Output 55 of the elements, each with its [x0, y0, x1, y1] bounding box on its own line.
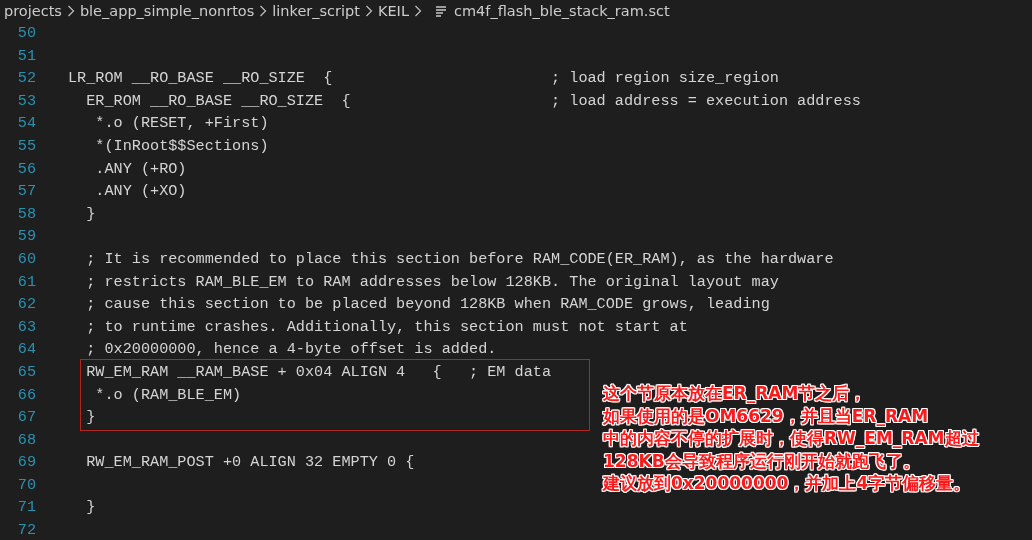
annotation-text: 如果使用的是OM6629，并且当ER_RAM	[603, 404, 930, 427]
line-number: 60	[16, 248, 36, 270]
code-line: }	[85, 203, 96, 225]
line-number: 51	[16, 45, 36, 67]
code-line: }	[85, 497, 96, 519]
code-line: }	[85, 407, 96, 429]
line-number: 70	[16, 474, 36, 496]
code-line: *.o (RESET, +First)	[94, 113, 269, 135]
code-line: RW_EM_RAM __RAM_BASE + 0x04 ALIGN 4 { ; EM data	[85, 361, 552, 383]
annotation-text: 这个节原本放在ER_RAM节之后，	[603, 382, 868, 405]
breadcrumb-item[interactable]: KEIL	[377, 3, 409, 19]
line-number: 57	[16, 181, 36, 203]
code-line: ; cause this section to be placed beyond 128KB when RAM_CODE grows, leading	[85, 294, 770, 316]
line-number: 56	[16, 158, 36, 180]
code-line: .ANY (+RO)	[94, 158, 187, 180]
line-number: 66	[16, 384, 36, 406]
line-number: 64	[16, 339, 36, 361]
code-line: .ANY (+XO)	[94, 181, 187, 203]
line-number: 55	[16, 135, 36, 157]
chevron-right-icon	[364, 5, 373, 17]
code-line: ; 0x20000000, hence a 4-byte offset is added.	[85, 339, 497, 361]
code-line: *(InRoot$$Sections)	[94, 135, 269, 157]
chevron-right-icon	[66, 5, 75, 17]
code-line: ER_ROM __RO_BASE __RO_SIZE { ; load address = execution address	[85, 90, 861, 112]
breadcrumb-item[interactable]: projects	[4, 3, 62, 19]
line-number: 61	[16, 271, 36, 293]
line-number: 53	[16, 90, 36, 112]
code-line: ; to runtime crashes. Additionally, this section must not start at	[85, 316, 688, 338]
annotation-text: 128KB会导致程序运行刚开始就跑飞了。	[603, 449, 921, 472]
code-line: RW_EM_RAM_POST +0 ALIGN 32 EMPTY 0 {	[85, 452, 415, 474]
line-number: 62	[16, 294, 36, 316]
breadcrumb-item[interactable]: linker_script	[272, 3, 360, 19]
chevron-right-icon	[414, 5, 422, 17]
line-number: 58	[16, 203, 36, 225]
line-number: 71	[16, 497, 36, 519]
line-number: 52	[16, 68, 36, 90]
line-number: 65	[16, 361, 36, 383]
line-number: 72	[16, 520, 36, 540]
line-number: 67	[16, 407, 36, 429]
line-number: 50	[16, 23, 36, 44]
code-line: LR_ROM __RO_BASE __RO_SIZE { ; load region size_region	[68, 68, 779, 90]
breadcrumb-item[interactable]: ble_app_simple_nonrtos	[79, 3, 255, 19]
code-line: ; It is recommended to place this section before RAM_CODE(ER_RAM), as the hardware	[85, 248, 834, 270]
chevron-right-icon	[259, 5, 268, 17]
line-number: 69	[16, 452, 36, 474]
line-number: 54	[16, 113, 36, 135]
annotation-text: 建议放到0x20000000，并加上4字节偏移量。	[603, 472, 972, 495]
line-number: 63	[16, 316, 36, 338]
code-line: ; restricts RAM_BLE_EM to RAM addresses below 128KB. The original layout may	[85, 271, 779, 293]
line-number: 59	[16, 226, 36, 248]
file-lines-icon	[435, 5, 447, 17]
breadcrumb-item[interactable]: cm4f_flash_ble_stack_ram.sct	[454, 3, 670, 19]
line-number: 68	[16, 429, 36, 451]
annotation-text: 中的内容不停的扩展时，使得RW_EM_RAM超过	[603, 427, 979, 450]
code-line: *.o (RAM_BLE_EM)	[94, 384, 242, 406]
